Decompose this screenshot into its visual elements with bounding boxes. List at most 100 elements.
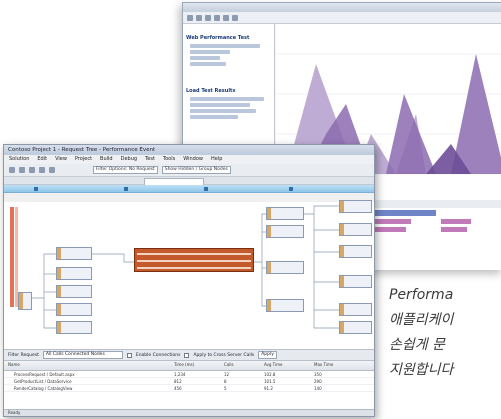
column-header-max[interactable]: Max Time	[314, 362, 364, 367]
tree-node[interactable]	[266, 225, 304, 238]
timeline-bar	[10, 207, 14, 307]
layout-icon[interactable]	[49, 167, 55, 173]
enable-connections-label: Enable Connections	[135, 352, 181, 358]
sidebar-item[interactable]	[190, 56, 220, 60]
zoom-icon[interactable]	[39, 167, 45, 173]
edge	[313, 282, 339, 311]
sidebar-item[interactable]	[190, 115, 238, 119]
tree-node[interactable]	[56, 247, 92, 260]
cell-max: 290	[314, 378, 322, 384]
cell-calls: 5	[224, 385, 227, 391]
back-arrow-icon[interactable]	[9, 167, 15, 173]
open-icon[interactable]	[196, 14, 202, 21]
tree-node[interactable]	[339, 223, 372, 236]
edge	[92, 253, 134, 263]
column-header-calls[interactable]: Calls	[224, 362, 264, 367]
tree-node-root[interactable]	[18, 292, 32, 310]
table-row[interactable]: RenderCatalog / CatalogView 456 5 91.2 1…	[4, 385, 374, 392]
table-row[interactable]: ProcessRequest / Default.aspx 1,234 12 1…	[4, 371, 374, 378]
sidebar-item[interactable]	[190, 44, 260, 48]
column-header-avg[interactable]: Avg Time	[264, 362, 314, 367]
menu-item-help[interactable]: Help	[211, 155, 222, 164]
selected-tree-node[interactable]	[134, 248, 254, 272]
tree-node[interactable]	[266, 299, 304, 312]
sidebar-group-load-test[interactable]: Load Test Results	[186, 88, 271, 119]
refresh-icon[interactable]	[29, 167, 35, 173]
back-window-titlebar	[183, 3, 501, 12]
cell-name: ProcessRequest / Default.aspx	[14, 371, 75, 377]
menu-item-window[interactable]: Window	[183, 155, 203, 164]
caption-line-3: 손쉽게 문	[389, 337, 445, 353]
tree-node[interactable]	[56, 285, 92, 298]
status-bar: Ready	[4, 409, 374, 416]
cut-icon[interactable]	[214, 14, 220, 21]
menu-item-build[interactable]: Build	[100, 155, 113, 164]
sidebar-item[interactable]	[190, 97, 264, 101]
sidebar-item[interactable]	[190, 103, 250, 107]
filter-options-dropdown[interactable]: Filter Options: No Request	[93, 166, 158, 174]
tree-node[interactable]	[266, 261, 304, 274]
edge	[32, 253, 56, 299]
forward-arrow-icon[interactable]	[19, 167, 25, 173]
table-row[interactable]: GetProductList / DataService 812 8 101.5…	[4, 378, 374, 385]
caption-line-4: 지원합니다	[389, 362, 454, 378]
column-header-time[interactable]: Time (ms)	[174, 362, 224, 367]
tree-node[interactable]	[339, 200, 372, 213]
tree-node[interactable]	[339, 275, 372, 288]
request-tree-diagram[interactable]	[4, 200, 374, 349]
cross-server-checkbox[interactable]	[184, 352, 190, 358]
results-grid: Name Time (ms) Calls Avg Time Max Time P…	[4, 361, 374, 409]
table-value-bar	[371, 227, 406, 232]
menu-item-edit[interactable]: Edit	[37, 155, 47, 164]
copy-icon[interactable]	[223, 14, 229, 21]
sidebar-item[interactable]	[190, 62, 226, 66]
edge	[313, 230, 339, 253]
paste-icon[interactable]	[232, 14, 238, 21]
timeline-ruler[interactable]	[4, 185, 374, 193]
sidebar-item[interactable]	[190, 50, 230, 54]
menu-item-project[interactable]: Project	[75, 155, 92, 164]
cell-time: 812	[174, 378, 182, 384]
tree-node[interactable]	[56, 267, 92, 280]
table-value-bar	[371, 219, 411, 224]
edge	[313, 214, 339, 231]
menu-item-solution[interactable]: Solution	[9, 155, 29, 164]
tree-node[interactable]	[266, 207, 304, 220]
caption-line-2: 애플리케이	[389, 312, 454, 328]
ruler-mark	[124, 187, 128, 191]
menu-item-tools[interactable]: Tools	[163, 155, 175, 164]
show-hidden-nodes-button[interactable]: Show Hidden / Group Nodes	[161, 166, 231, 174]
edge	[304, 205, 339, 215]
menu-bar: Solution Edit View Project Build Debug T…	[4, 155, 374, 164]
sidebar-group-web-test[interactable]: Web Performance Test	[186, 35, 271, 66]
new-icon[interactable]	[187, 14, 193, 21]
ruler-mark	[204, 187, 208, 191]
column-header-name[interactable]: Name	[4, 362, 174, 367]
enable-connections-checkbox[interactable]	[126, 352, 132, 358]
node-row	[137, 267, 251, 269]
tree-node[interactable]	[56, 303, 92, 316]
document-tab-strip	[4, 177, 374, 185]
tree-node[interactable]	[56, 321, 92, 334]
menu-item-view[interactable]: View	[55, 155, 67, 164]
tree-node[interactable]	[339, 321, 372, 334]
node-row	[137, 260, 251, 262]
tab-request-tree[interactable]	[144, 178, 204, 185]
window-title: Contoso Project 1 - Request Tree - Perfo…	[4, 145, 374, 155]
save-icon[interactable]	[205, 14, 211, 21]
grid-header: Name Time (ms) Calls Avg Time Max Time	[4, 361, 374, 371]
edge	[43, 298, 56, 329]
cell-calls: 12	[224, 371, 230, 377]
edge	[254, 213, 266, 263]
apply-button[interactable]: Apply	[258, 351, 277, 359]
menu-item-test[interactable]: Test	[145, 155, 155, 164]
tree-node[interactable]	[339, 245, 372, 258]
cell-max: 140	[314, 385, 322, 391]
menu-item-debug[interactable]: Debug	[121, 155, 137, 164]
front-application-window: Contoso Project 1 - Request Tree - Perfo…	[3, 144, 375, 417]
filter-request-input[interactable]: All Calls Connected Nodes	[42, 351, 123, 359]
sidebar-item[interactable]	[190, 109, 256, 113]
cell-calls: 8	[224, 378, 227, 384]
table-value-bar	[441, 227, 467, 232]
tree-node[interactable]	[339, 303, 372, 316]
